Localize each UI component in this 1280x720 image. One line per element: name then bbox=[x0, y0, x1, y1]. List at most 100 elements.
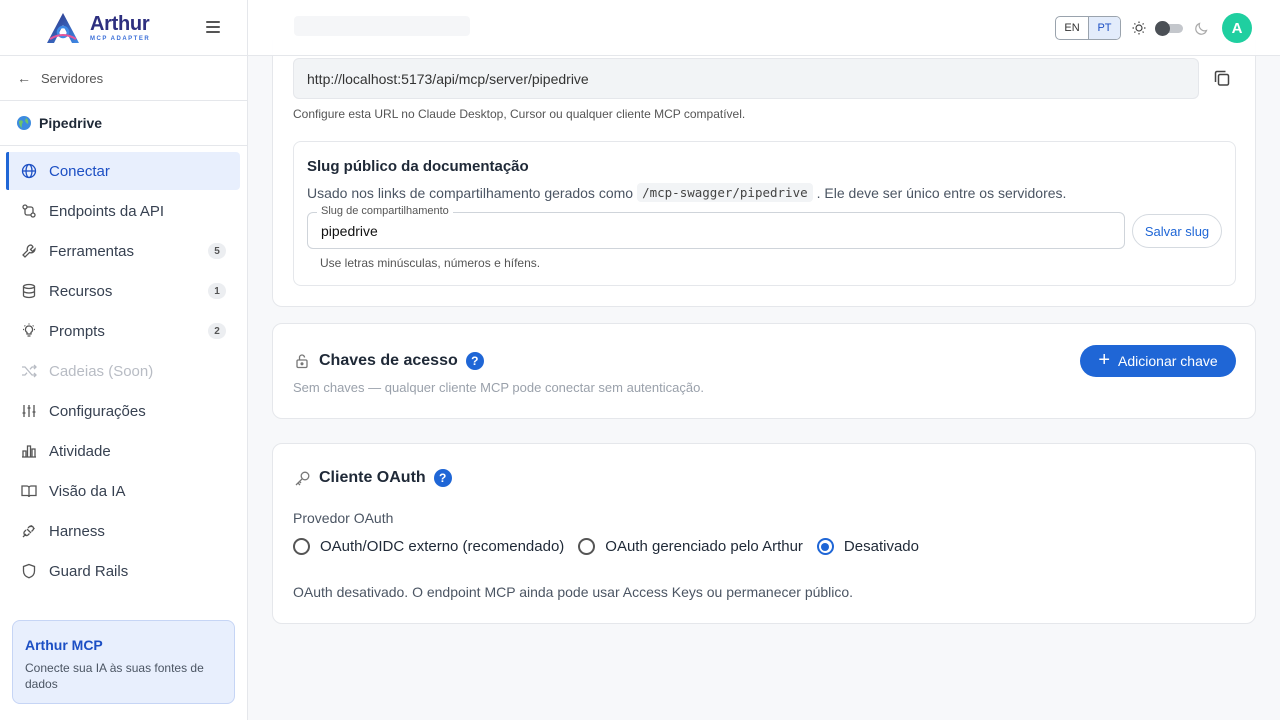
radio-label: Desativado bbox=[843, 538, 919, 555]
sun-icon bbox=[1132, 21, 1146, 35]
promo-card[interactable]: Arthur MCP Conecte sua IA às suas fontes… bbox=[12, 620, 235, 704]
slug-desc-after: . Ele deve ser único entre os servidores… bbox=[816, 184, 1067, 201]
sliders-icon bbox=[21, 403, 37, 419]
endpoints-icon bbox=[21, 203, 37, 219]
slug-description: Usado nos links de compartilhamento gera… bbox=[307, 183, 1066, 202]
add-key-button[interactable]: + Adicionar chave bbox=[1080, 345, 1236, 377]
slug-input-label: Slug de compartilhamento bbox=[317, 205, 453, 217]
back-label: Servidores bbox=[41, 70, 104, 86]
plug-icon bbox=[21, 523, 37, 539]
server-url-field[interactable]: http://localhost:5173/api/mcp/server/pip… bbox=[293, 58, 1199, 99]
brand-header: Arthur MCP ADAPTER bbox=[0, 0, 247, 56]
count-badge: 2 bbox=[208, 323, 226, 339]
slug-desc-before: Usado nos links de compartilhamento gera… bbox=[307, 184, 634, 201]
sidebar-item-label: Guard Rails bbox=[49, 562, 129, 580]
access-keys-header: Chaves de acesso ? bbox=[293, 352, 484, 370]
oauth-status-note: OAuth desativado. O endpoint MCP ainda p… bbox=[293, 584, 854, 600]
slug-input[interactable]: Slug de compartilhamento pipedrive bbox=[307, 205, 1125, 249]
brand-subtitle: MCP ADAPTER bbox=[90, 35, 151, 42]
arthur-logo-icon bbox=[47, 12, 79, 43]
count-badge: 1 bbox=[208, 283, 226, 299]
sidebar-item-label: Atividade bbox=[49, 442, 111, 460]
key-icon bbox=[293, 469, 311, 487]
shuffle-icon bbox=[21, 363, 37, 379]
count-badge: 5 bbox=[208, 243, 226, 259]
server-name: Pipedrive bbox=[39, 115, 103, 131]
oauth-provider-label: Provedor OAuth bbox=[293, 510, 394, 526]
oauth-card: Cliente OAuth ? Provedor OAuth OAuth/OID… bbox=[272, 443, 1256, 624]
sidebar-item-label: Configurações bbox=[49, 402, 146, 420]
book-icon bbox=[21, 483, 37, 499]
sidebar-item-ferramentas[interactable]: Ferramentas 5 bbox=[6, 232, 240, 270]
sidebar: Arthur MCP ADAPTER ← Servidores Pipedriv… bbox=[0, 0, 248, 720]
current-server: Pipedrive bbox=[0, 101, 247, 146]
help-icon[interactable]: ? bbox=[465, 352, 484, 370]
globe-icon bbox=[17, 116, 31, 130]
server-url: http://localhost:5173/api/mcp/server/pip… bbox=[307, 70, 589, 87]
brand-name: Arthur bbox=[90, 12, 150, 35]
globe-icon bbox=[21, 163, 37, 179]
bar-chart-icon bbox=[21, 443, 37, 459]
oauth-title: Cliente OAuth bbox=[319, 469, 426, 486]
sidebar-item-label: Prompts bbox=[49, 322, 105, 340]
sidebar-item-visao-da-ia[interactable]: Visão da IA bbox=[6, 472, 240, 510]
sidebar-item-label: Ferramentas bbox=[49, 242, 135, 260]
sidebar-item-cadeias: Cadeias (Soon) bbox=[6, 352, 240, 390]
shield-icon bbox=[21, 563, 37, 579]
oauth-provider-radio-group: OAuth/OIDC externo (recomendado) OAuth g… bbox=[293, 538, 933, 555]
sidebar-item-atividade[interactable]: Atividade bbox=[6, 432, 240, 470]
lang-en-button[interactable]: EN bbox=[1056, 17, 1088, 39]
brand-text: Arthur MCP ADAPTER bbox=[90, 14, 150, 42]
sidebar-item-endpoints[interactable]: Endpoints da API bbox=[6, 192, 240, 230]
lock-icon bbox=[293, 352, 311, 370]
connect-card: http://localhost:5173/api/mcp/server/pip… bbox=[272, 40, 1256, 307]
slug-title: Slug público da documentação bbox=[307, 158, 529, 175]
wrench-icon bbox=[21, 243, 37, 259]
sidebar-item-label: Conectar bbox=[49, 162, 110, 180]
back-to-servers-link[interactable]: ← Servidores bbox=[0, 56, 247, 101]
copy-icon[interactable] bbox=[1213, 69, 1231, 87]
add-key-label: Adicionar chave bbox=[1118, 353, 1218, 369]
sidebar-item-harness[interactable]: Harness bbox=[6, 512, 240, 550]
lang-pt-button[interactable]: PT bbox=[1088, 17, 1120, 39]
radio-label: OAuth/OIDC externo (recomendado) bbox=[320, 538, 565, 555]
slug-path-code: /mcp-swagger/pipedrive bbox=[637, 183, 813, 202]
user-avatar[interactable]: A bbox=[1222, 13, 1252, 43]
sidebar-item-conectar[interactable]: Conectar bbox=[6, 152, 240, 190]
promo-description: Conecte sua IA às suas fontes de dados bbox=[25, 661, 204, 691]
radio-label: OAuth gerenciado pelo Arthur bbox=[605, 538, 803, 555]
oauth-option-disabled-radio[interactable]: Desativado bbox=[816, 538, 919, 555]
radio-circle bbox=[578, 538, 596, 555]
radio-circle bbox=[293, 538, 310, 555]
sidebar-item-label: Cadeias (Soon) bbox=[49, 362, 154, 380]
lightbulb-icon bbox=[21, 323, 37, 339]
save-slug-button[interactable]: Salvar slug bbox=[1132, 214, 1222, 248]
sidebar-item-prompts[interactable]: Prompts 2 bbox=[6, 312, 240, 350]
sidebar-item-label: Recursos bbox=[49, 282, 113, 300]
help-icon[interactable]: ? bbox=[433, 469, 452, 487]
database-icon bbox=[21, 283, 37, 299]
toggle-knob bbox=[1155, 21, 1170, 36]
language-switcher: EN PT bbox=[1055, 16, 1121, 40]
menu-toggle-icon[interactable] bbox=[206, 21, 220, 33]
slug-helper-text: Use letras minúsculas, números e hífens. bbox=[320, 256, 541, 270]
sidebar-item-guard-rails[interactable]: Guard Rails bbox=[6, 552, 240, 590]
sidebar-item-label: Visão da IA bbox=[49, 482, 126, 500]
theme-toggle[interactable] bbox=[1155, 21, 1185, 36]
slug-card: Slug público da documentação Usado nos l… bbox=[293, 141, 1236, 286]
access-keys-empty-text: Sem chaves — qualquer cliente MCP pode c… bbox=[293, 380, 704, 395]
plus-icon: + bbox=[1098, 349, 1111, 371]
promo-title: Arthur MCP bbox=[25, 637, 103, 653]
sidebar-item-configuracoes[interactable]: Configurações bbox=[6, 392, 240, 430]
access-keys-card: Chaves de acesso ? Sem chaves — qualquer… bbox=[272, 323, 1256, 419]
topbar: EN PT A bbox=[248, 0, 1280, 56]
oauth-option-external-radio[interactable]: OAuth/OIDC externo (recomendado) bbox=[293, 538, 564, 555]
moon-icon bbox=[1195, 22, 1208, 35]
url-hint: Configure esta URL no Claude Desktop, Cu… bbox=[293, 107, 746, 121]
arrow-left-icon: ← bbox=[17, 70, 31, 86]
oauth-option-managed-radio[interactable]: OAuth gerenciado pelo Arthur bbox=[578, 538, 803, 555]
oauth-header: Cliente OAuth ? bbox=[293, 469, 452, 487]
sidebar-item-label: Endpoints da API bbox=[49, 202, 165, 220]
sidebar-item-recursos[interactable]: Recursos 1 bbox=[6, 272, 240, 310]
slug-input-value: pipedrive bbox=[321, 222, 378, 239]
